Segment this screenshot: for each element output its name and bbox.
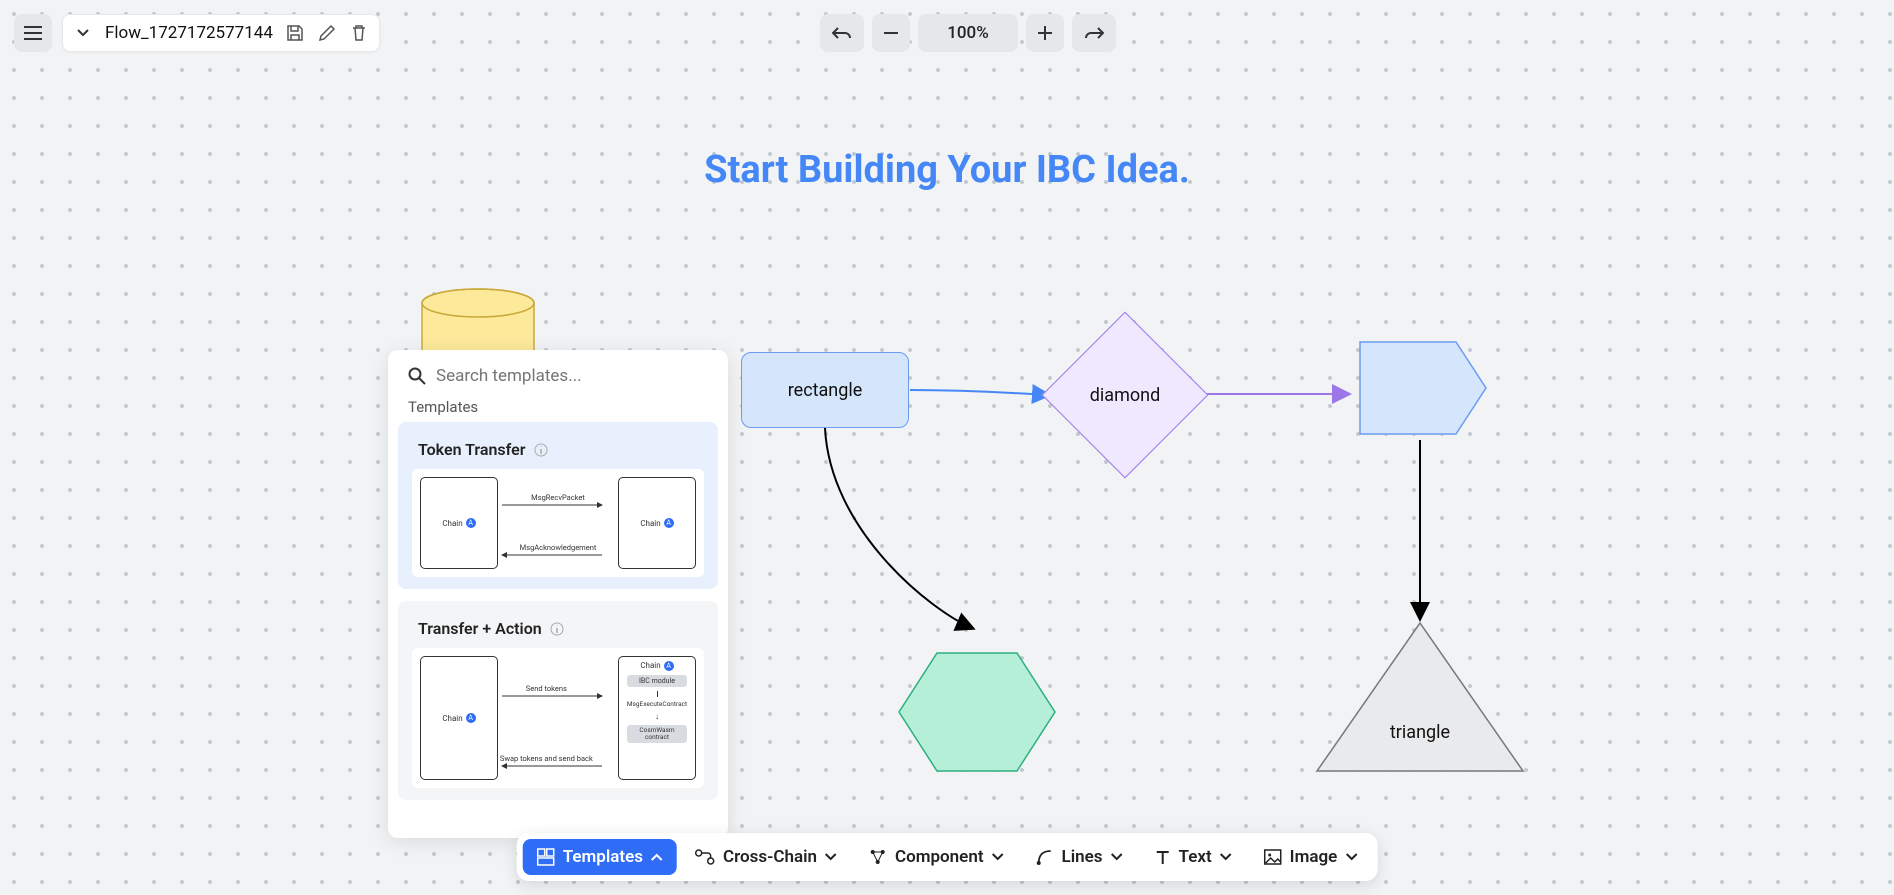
component-icon (869, 848, 887, 866)
templates-icon (537, 848, 555, 866)
trash-icon (351, 24, 367, 42)
undo-button[interactable] (820, 14, 864, 52)
chevron-down-icon (825, 851, 837, 863)
templates-popover: Templates Token Transfer ChainA ChainA M… (388, 350, 728, 838)
canvas-title: Start Building Your IBC Idea. (704, 148, 1190, 192)
template-title: Token Transfer (418, 440, 526, 459)
file-name[interactable]: Flow_1727172577144 (105, 23, 273, 43)
save-icon (286, 24, 304, 42)
info-icon (534, 443, 548, 457)
shape-rectangle[interactable]: rectangle (741, 352, 909, 428)
menu-button[interactable] (14, 14, 52, 52)
toolbar-text[interactable]: Text (1141, 839, 1246, 875)
chevron-down-icon (77, 29, 89, 37)
info-icon (550, 622, 564, 636)
chevron-down-icon (992, 851, 1004, 863)
toolbar-component[interactable]: Component (855, 839, 1018, 875)
plus-icon (1038, 26, 1052, 40)
toolbar-cross-chain[interactable]: Cross-Chain (681, 839, 851, 875)
search-templates-input[interactable] (436, 366, 712, 386)
edit-button[interactable] (317, 23, 337, 43)
toolbar-image[interactable]: Image (1250, 839, 1372, 875)
toolbar-lines[interactable]: Lines (1022, 839, 1137, 875)
chevron-down-icon (1220, 851, 1232, 863)
shape-triangle[interactable]: triangle (1315, 621, 1525, 773)
template-card-token-transfer[interactable]: Token Transfer ChainA ChainA MsgRecvPack… (398, 422, 718, 589)
save-button[interactable] (285, 23, 305, 43)
shape-diamond-label: diamond (1090, 385, 1160, 406)
pencil-icon (318, 24, 336, 42)
undo-icon (832, 26, 852, 40)
file-bar: Flow_1727172577144 (62, 14, 380, 52)
shape-arrow[interactable]: arrow (1358, 340, 1488, 436)
file-dropdown[interactable] (73, 23, 93, 43)
zoom-out-button[interactable] (872, 14, 910, 52)
templates-section-label: Templates (388, 398, 728, 422)
chevron-up-icon (651, 851, 663, 863)
shape-hexagon[interactable]: hexagon (897, 651, 1057, 773)
redo-button[interactable] (1072, 14, 1116, 52)
zoom-level[interactable]: 100% (918, 14, 1018, 52)
shape-rectangle-label: rectangle (788, 380, 863, 401)
menu-icon (24, 26, 42, 40)
text-icon (1155, 849, 1171, 865)
chevron-down-icon (1345, 851, 1357, 863)
lines-icon (1036, 848, 1054, 866)
template-preview: ChainA ChainA IBC module MsgExecuteContr… (412, 648, 704, 788)
template-card-transfer-action[interactable]: Transfer + Action ChainA ChainA IBC modu… (398, 601, 718, 800)
toolbar-templates[interactable]: Templates (523, 839, 677, 875)
minus-icon (884, 32, 898, 34)
templates-list[interactable]: Token Transfer ChainA ChainA MsgRecvPack… (388, 422, 728, 838)
image-icon (1264, 849, 1282, 865)
shape-diamond[interactable]: diamond (1066, 336, 1184, 454)
chevron-down-icon (1111, 851, 1123, 863)
cross-chain-icon (695, 848, 715, 866)
shape-triangle-label: triangle (1390, 722, 1450, 743)
bottom-toolbar: Templates Cross-Chain Component Lines Te… (517, 833, 1378, 881)
redo-icon (1084, 26, 1104, 40)
delete-button[interactable] (349, 23, 369, 43)
search-icon (408, 367, 426, 385)
template-preview: ChainA ChainA MsgRecvPacket MsgAcknowled… (412, 469, 704, 577)
zoom-in-button[interactable] (1026, 14, 1064, 52)
template-title: Transfer + Action (418, 619, 542, 638)
